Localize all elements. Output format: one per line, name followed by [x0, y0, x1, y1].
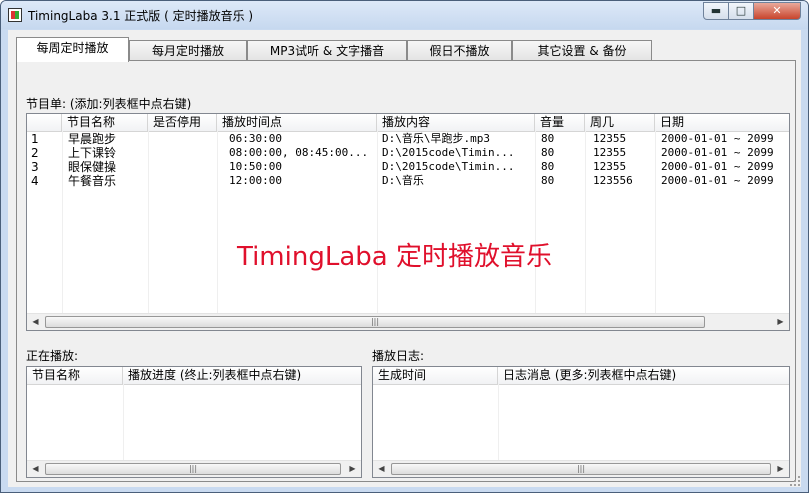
row-volume: 80 [541, 160, 555, 173]
row-content: D:\2015code\Timin... [382, 146, 515, 159]
schedule-row[interactable]: 4 午餐音乐 12:00:00 D:\音乐 80 123556 2000-01-… [27, 174, 789, 188]
row-time: 08:00:00, 08:45:00... [229, 146, 369, 159]
row-name: 午餐音乐 [68, 174, 117, 188]
row-volume: 80 [541, 132, 555, 145]
row-time: 10:50:00 [229, 160, 282, 173]
scroll-left-icon[interactable]: ◀ [27, 461, 44, 477]
col-name[interactable]: 节目名称 [62, 114, 148, 131]
row-index: 1 [31, 132, 39, 146]
col-content[interactable]: 播放内容 [377, 114, 535, 131]
schedule-row[interactable]: 3 眼保健操 10:50:00 D:\2015code\Timin... 80 … [27, 160, 789, 174]
row-date: 2000-01-01 ~ 2099 [661, 146, 774, 159]
now-playing-hscrollbar[interactable]: ◀ ||| ▶ [27, 460, 361, 477]
close-button[interactable]: ✕ [753, 2, 801, 20]
schedule-list[interactable]: 节目名称 是否停用 播放时间点 播放内容 音量 周几 日期 1 早晨跑步 06:… [26, 113, 790, 331]
row-weekday: 12355 [593, 132, 627, 145]
row-disabled [148, 160, 217, 174]
app-icon [8, 8, 22, 22]
now-playing-label: 正在播放: [26, 349, 79, 363]
row-name: 眼保健操 [68, 160, 117, 174]
tab-monthly[interactable]: 每月定时播放 [129, 40, 247, 61]
tab-panel-weekly: 节目单: (添加:列表框中点右键) 节目名称 是否停用 播放时间点 播放内容 音… [16, 60, 796, 482]
log-label: 播放日志: [372, 349, 425, 363]
log-header: 生成时间 日志消息 (更多:列表框中点右键) [373, 367, 789, 385]
col-index[interactable] [27, 114, 62, 131]
row-disabled [148, 146, 217, 160]
schedule-row[interactable]: 1 早晨跑步 06:30:00 D:\音乐\早跑步.mp3 80 12355 2… [27, 132, 789, 146]
row-weekday: 123556 [593, 174, 633, 187]
col-disabled[interactable]: 是否停用 [148, 114, 217, 131]
log-list[interactable]: 生成时间 日志消息 (更多:列表框中点右键) ◀ ||| ▶ [372, 366, 790, 478]
scroll-thumb[interactable]: ||| [45, 316, 705, 328]
schedule-hscrollbar[interactable]: ◀ ||| ▶ [27, 313, 789, 330]
scroll-right-icon[interactable]: ▶ [772, 461, 789, 477]
resize-grip-icon[interactable] [789, 475, 801, 487]
now-playing-list[interactable]: 节目名称 播放进度 (终止:列表框中点右键) ◀ ||| ▶ [26, 366, 362, 478]
tab-weekly[interactable]: 每周定时播放 [16, 37, 129, 62]
row-time: 12:00:00 [229, 174, 282, 187]
schedule-list-header: 节目名称 是否停用 播放时间点 播放内容 音量 周几 日期 [27, 114, 789, 132]
client-area: 每周定时播放 每月定时播放 MP3试听 & 文字播音 假日不播放 其它设置 & … [8, 30, 801, 487]
tab-other-settings[interactable]: 其它设置 & 备份 [512, 40, 652, 61]
scroll-left-icon[interactable]: ◀ [373, 461, 390, 477]
title-bar[interactable]: TimingLaba 3.1 正式版 ( 定时播放音乐 ) ▬ □ ✕ [1, 1, 808, 29]
col-now-progress[interactable]: 播放进度 (终止:列表框中点右键) [123, 367, 361, 384]
schedule-label: 节目单: (添加:列表框中点右键) [26, 97, 192, 111]
col-weekday[interactable]: 周几 [585, 114, 655, 131]
row-content: D:\2015code\Timin... [382, 160, 515, 173]
row-content: D:\音乐\早跑步.mp3 [382, 132, 490, 145]
maximize-button[interactable]: □ [728, 2, 754, 20]
window-title: TimingLaba 3.1 正式版 ( 定时播放音乐 ) [28, 9, 254, 23]
row-index: 2 [31, 146, 39, 160]
row-volume: 80 [541, 174, 555, 187]
col-log-message[interactable]: 日志消息 (更多:列表框中点右键) [498, 367, 789, 384]
now-playing-header: 节目名称 播放进度 (终止:列表框中点右键) [27, 367, 361, 385]
minimize-button[interactable]: ▬ [703, 2, 729, 20]
col-now-name[interactable]: 节目名称 [27, 367, 123, 384]
col-log-time[interactable]: 生成时间 [373, 367, 498, 384]
col-time[interactable]: 播放时间点 [217, 114, 377, 131]
row-index: 3 [31, 160, 39, 174]
schedule-row[interactable]: 2 上下课铃 08:00:00, 08:45:00... D:\2015code… [27, 146, 789, 160]
row-name: 早晨跑步 [68, 132, 117, 146]
row-index: 4 [31, 174, 39, 188]
row-disabled [148, 132, 217, 146]
row-content: D:\音乐 [382, 174, 424, 187]
row-name: 上下课铃 [68, 146, 117, 160]
app-watermark: TimingLaba 定时播放音乐 [237, 242, 552, 272]
scroll-thumb[interactable]: ||| [45, 463, 341, 475]
row-volume: 80 [541, 146, 555, 159]
scroll-thumb[interactable]: ||| [391, 463, 771, 475]
row-date: 2000-01-01 ~ 2099 [661, 132, 774, 145]
row-disabled [148, 174, 217, 188]
tab-holidays[interactable]: 假日不播放 [407, 40, 512, 61]
col-date[interactable]: 日期 [655, 114, 789, 131]
row-weekday: 12355 [593, 146, 627, 159]
row-date: 2000-01-01 ~ 2099 [661, 160, 774, 173]
col-volume[interactable]: 音量 [535, 114, 585, 131]
scroll-right-icon[interactable]: ▶ [344, 461, 361, 477]
scroll-left-icon[interactable]: ◀ [27, 314, 44, 330]
tab-mp3-preview[interactable]: MP3试听 & 文字播音 [247, 40, 407, 61]
row-time: 06:30:00 [229, 132, 282, 145]
row-weekday: 12355 [593, 160, 627, 173]
scroll-right-icon[interactable]: ▶ [772, 314, 789, 330]
log-hscrollbar[interactable]: ◀ ||| ▶ [373, 460, 789, 477]
app-window: TimingLaba 3.1 正式版 ( 定时播放音乐 ) ▬ □ ✕ 每周定时… [0, 0, 809, 493]
row-date: 2000-01-01 ~ 2099 [661, 174, 774, 187]
tab-strip: 每周定时播放 每月定时播放 MP3试听 & 文字播音 假日不播放 其它设置 & … [16, 37, 796, 62]
